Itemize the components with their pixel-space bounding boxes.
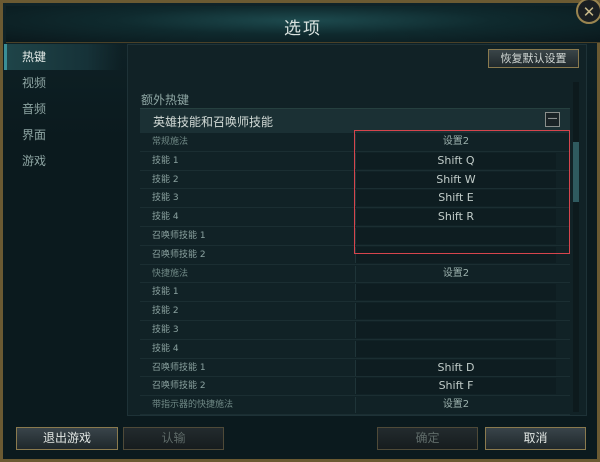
key-cell[interactable]: Shift E <box>355 190 556 207</box>
table-row: 技能 2 Shift W <box>140 171 570 190</box>
table-row: 技能 1 Shift Q <box>140 152 570 171</box>
table-row: 技能 2 <box>140 302 570 321</box>
reset-defaults-button[interactable]: 恢复默认设置 <box>488 49 579 68</box>
row-label: 常规施法 <box>152 137 189 147</box>
key-cell[interactable]: Shift Q <box>355 152 556 169</box>
table-row: 召唤师技能 1 Shift D <box>140 359 570 378</box>
row-label: 技能 2 <box>152 306 179 317</box>
row-label: 技能 3 <box>152 324 179 335</box>
key-cell[interactable] <box>355 340 556 357</box>
sidebar-item-hotkeys[interactable]: 热键 <box>4 44 122 70</box>
row-label: 召唤师技能 1 <box>152 362 206 373</box>
key-cell: 设置2 <box>355 265 556 282</box>
key-cell[interactable] <box>355 284 556 301</box>
key-cell[interactable]: Shift W <box>355 171 556 188</box>
hotkey-table: 常规施法 设置2 技能 1 Shift Q 技能 2 Shift W 技能 3 Shif… <box>140 133 570 415</box>
sidebar-item-video[interactable]: 视频 <box>4 70 122 96</box>
sidebar-item-label: 视频 <box>22 76 47 90</box>
sidebar-item-label: 热键 <box>22 50 47 64</box>
row-label: 带指示器的快捷施法 <box>152 400 234 411</box>
section-title: 额外热键 <box>141 93 190 107</box>
exit-game-button[interactable]: 退出游戏 <box>16 427 118 450</box>
table-row: 召唤师技能 2 <box>140 246 570 265</box>
table-row: 技能 4 <box>140 340 570 359</box>
surrender-button[interactable]: 认输 <box>123 427 224 450</box>
group-title: 英雄技能和召唤师技能 <box>153 115 274 129</box>
table-row: 技能 1 <box>140 283 570 303</box>
table-row: 带指示器的快捷施法 设置2 <box>140 396 570 415</box>
group-header[interactable]: 英雄技能和召唤师技能 — <box>140 108 570 133</box>
row-label: 快捷施法 <box>152 268 189 279</box>
table-row: 快捷施法 设置2 <box>140 265 570 284</box>
sidebar-item-audio[interactable]: 音频 <box>4 96 122 122</box>
key-cell[interactable] <box>355 321 556 338</box>
sidebar-item-interface[interactable]: 界面 <box>4 122 122 148</box>
table-row: 召唤师技能 1 <box>140 227 570 246</box>
sidebar-item-label: 游戏 <box>22 154 47 168</box>
key-cell[interactable] <box>355 227 556 244</box>
row-label: 召唤师技能 2 <box>152 381 206 392</box>
row-label: 召唤师技能 1 <box>152 230 206 241</box>
window-title: 选项 <box>284 19 322 39</box>
close-icon: ✕ <box>582 3 596 21</box>
key-cell[interactable]: Shift D <box>355 359 556 376</box>
sidebar: 热键 视频 音频 界面 游戏 <box>4 44 122 174</box>
table-row: 召唤师技能 2 Shift F <box>140 377 570 397</box>
row-label: 召唤师技能 2 <box>152 249 206 260</box>
row-label: 技能 4 <box>152 343 179 354</box>
sidebar-item-label: 界面 <box>22 128 47 142</box>
row-label: 技能 1 <box>152 155 179 166</box>
row-label: 技能 1 <box>152 287 179 298</box>
minus-icon: — <box>547 113 558 124</box>
table-row: 技能 3 <box>140 321 570 340</box>
cancel-button[interactable]: 取消 <box>485 427 586 450</box>
table-row: 技能 4 Shift R <box>140 208 570 227</box>
table-row: 常规施法 设置2 <box>140 133 570 152</box>
scrollbar-thumb[interactable] <box>573 142 579 202</box>
sidebar-item-label: 音频 <box>22 102 47 116</box>
key-cell[interactable] <box>355 246 556 263</box>
title-bar: 选项 <box>6 6 600 43</box>
key-cell[interactable]: Shift R <box>355 209 556 226</box>
table-row: 技能 3 Shift E <box>140 189 570 209</box>
row-label: 技能 4 <box>152 212 179 223</box>
key-cell[interactable] <box>355 303 556 320</box>
key-cell: 设置2 <box>355 397 556 414</box>
row-label: 技能 3 <box>152 193 179 204</box>
key-cell: 设置2 <box>355 134 556 150</box>
confirm-button[interactable]: 确定 <box>377 427 478 450</box>
close-button[interactable]: ✕ <box>576 0 600 24</box>
scrollbar[interactable] <box>573 82 579 412</box>
key-cell[interactable]: Shift F <box>355 378 556 395</box>
collapse-button[interactable]: — <box>545 112 560 127</box>
row-label: 技能 2 <box>152 174 179 185</box>
sidebar-item-game[interactable]: 游戏 <box>4 148 122 174</box>
